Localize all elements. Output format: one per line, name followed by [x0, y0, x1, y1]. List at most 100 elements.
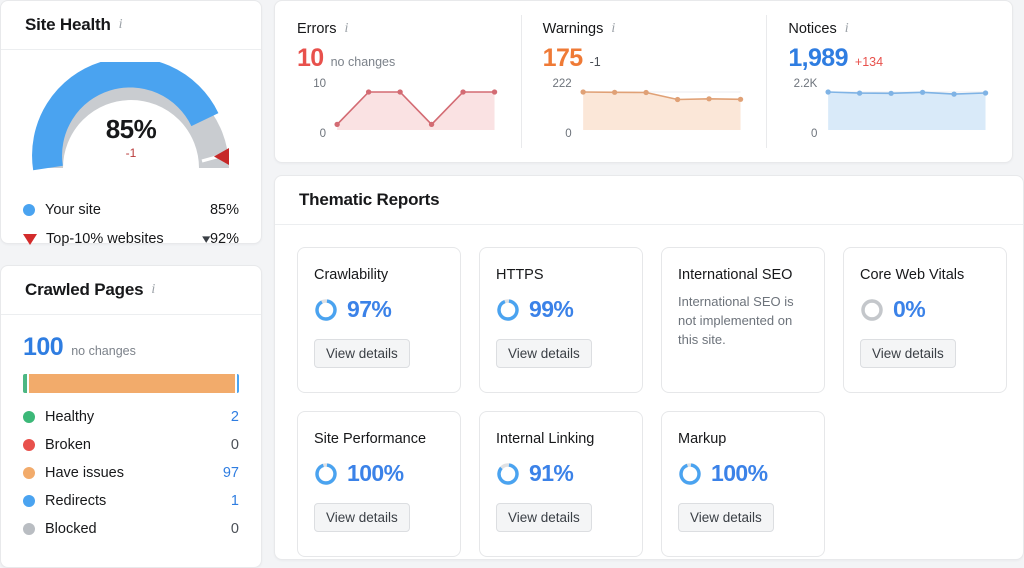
- crawled-pages-row-value: 2: [213, 409, 239, 425]
- thematic-card-https[interactable]: HTTPS99%View details: [479, 247, 643, 393]
- crawled-pages-header: Crawled Pages i: [1, 266, 261, 315]
- thematic-card-score: 91%: [496, 460, 626, 487]
- score-ring-icon: [496, 298, 520, 322]
- score-ring-icon: [860, 298, 884, 322]
- metric-delta: +134: [855, 55, 883, 69]
- axis-bottom-label: 0: [565, 128, 571, 140]
- metric-value: 1,989: [788, 44, 848, 73]
- crawled-pages-row-value: 0: [213, 437, 239, 453]
- info-icon[interactable]: i: [845, 21, 849, 37]
- metric-value: 175: [543, 44, 583, 73]
- metric-title: Notices: [788, 21, 836, 37]
- thematic-card-site-performance[interactable]: Site Performance 100% View details: [297, 411, 461, 557]
- crawled-pages-row-value: 0: [213, 521, 239, 537]
- metric-title-row: Notices i: [788, 21, 990, 37]
- thematic-card-core-web-vitals[interactable]: Core Web Vitals0%View details: [843, 247, 1007, 393]
- crawled-pages-row-label: Have issues: [45, 465, 213, 481]
- metric-value-row: 175-1: [543, 44, 745, 73]
- crawled-pages-row[interactable]: Broken0: [23, 437, 239, 453]
- thematic-reports-title: Thematic Reports: [299, 190, 439, 210]
- legend-label-your-site: Your site: [45, 202, 210, 218]
- status-dot-icon: [23, 411, 35, 423]
- crawled-pages-row[interactable]: Healthy2: [23, 409, 239, 425]
- info-icon[interactable]: i: [611, 21, 615, 37]
- crawled-pages-stacked-bar: [23, 374, 239, 393]
- crawled-pages-row[interactable]: Blocked0: [23, 521, 239, 537]
- legend-dot-icon: [23, 204, 35, 216]
- legend-label-top10-websites: Top-10% websites: [46, 231, 195, 247]
- thematic-card-international-seo[interactable]: International SEOInternational SEO is no…: [661, 247, 825, 393]
- crawled-pages-row[interactable]: Have issues97: [23, 465, 239, 481]
- site-health-legend: Your site 85% Top-10% websites ▾ 92%: [1, 192, 261, 247]
- metric-title: Errors: [297, 21, 336, 37]
- sparkline-notices[interactable]: [824, 82, 990, 134]
- thematic-card-score: 100%: [678, 460, 808, 487]
- thematic-card-percent: 100%: [711, 460, 767, 487]
- thematic-card-internal-linking[interactable]: Internal Linking 91% View details: [479, 411, 643, 557]
- axis-top-label: 222: [552, 78, 571, 90]
- view-details-button[interactable]: View details: [314, 339, 410, 368]
- status-dot-icon: [23, 495, 35, 507]
- thematic-reports-card: Thematic Reports Crawlability97%View det…: [274, 175, 1024, 560]
- thematic-reports-header: Thematic Reports: [275, 176, 1023, 225]
- crawled-pages-row-label: Healthy: [45, 409, 213, 425]
- thematic-card-title: International SEO: [678, 266, 808, 284]
- score-ring-icon: [314, 462, 338, 486]
- thematic-card-title: HTTPS: [496, 266, 626, 284]
- metric-axis: 100: [297, 82, 333, 134]
- view-details-button[interactable]: View details: [496, 339, 592, 368]
- metric-value-row: 10no changes: [297, 44, 499, 73]
- view-details-button[interactable]: View details: [678, 503, 774, 532]
- site-health-gauge: 85% -1: [1, 62, 261, 192]
- metric-axis: 2.2K0: [788, 82, 824, 134]
- gauge-svg: [26, 62, 236, 180]
- site-health-header: Site Health i: [1, 1, 261, 50]
- thematic-card-crawlability[interactable]: Crawlability97%View details: [297, 247, 461, 393]
- metric-delta: no changes: [331, 55, 396, 69]
- thematic-card-title: Internal Linking: [496, 430, 626, 448]
- info-icon[interactable]: i: [344, 21, 348, 37]
- crawled-pages-legend: Healthy2Broken0Have issues97Redirects1Bl…: [23, 409, 239, 537]
- sparkline-errors[interactable]: [333, 82, 499, 134]
- thematic-card-score: 100%: [314, 460, 444, 487]
- score-ring-icon: [314, 298, 338, 322]
- view-details-button[interactable]: View details: [314, 503, 410, 532]
- status-dot-icon: [23, 467, 35, 479]
- chevron-down-icon[interactable]: ▾: [203, 231, 211, 247]
- crawled-pages-row-value: 1: [213, 493, 239, 509]
- triangle-down-icon: [23, 234, 37, 245]
- metric-errors: Errorsi10no changes100: [275, 1, 521, 162]
- site-audit-overview: Site Health i 85% -1 Your site: [0, 0, 1024, 568]
- thematic-card-percent: 91%: [529, 460, 573, 487]
- crawled-pages-body: 100 no changes Healthy2Broken0Have issue…: [1, 315, 261, 537]
- metric-chart: 2220: [543, 82, 745, 134]
- info-icon[interactable]: i: [119, 17, 123, 33]
- crawled-pages-row[interactable]: Redirects1: [23, 493, 239, 509]
- info-icon[interactable]: i: [151, 282, 155, 298]
- crawled-pages-total: 100: [23, 333, 63, 362]
- axis-bottom-label: 0: [320, 128, 326, 140]
- legend-row-your-site: Your site 85%: [23, 202, 239, 218]
- bar-segment-have-issues: [29, 374, 235, 393]
- metric-axis: 2220: [543, 82, 579, 134]
- metric-chart: 2.2K0: [788, 82, 990, 134]
- metrics-row: Errorsi10no changes100Warningsi175-12220…: [275, 1, 1012, 162]
- crawled-pages-row-label: Redirects: [45, 493, 213, 509]
- thematic-card-title: Site Performance: [314, 430, 444, 448]
- view-details-button[interactable]: View details: [860, 339, 956, 368]
- crawled-pages-card: Crawled Pages i 100 no changes Healthy2B…: [0, 265, 262, 568]
- legend-row-top10-websites[interactable]: Top-10% websites ▾ 92%: [23, 231, 239, 247]
- crawled-pages-total-row: 100 no changes: [23, 333, 239, 362]
- status-dot-icon: [23, 523, 35, 535]
- score-ring-icon: [496, 462, 520, 486]
- view-details-button[interactable]: View details: [496, 503, 592, 532]
- thematic-card-markup[interactable]: Markup100%View details: [661, 411, 825, 557]
- metric-notices: Notices i 1,989 +134 2.2K0: [766, 1, 1012, 162]
- crawled-pages-row-label: Blocked: [45, 521, 213, 537]
- crawled-pages-change: no changes: [71, 344, 136, 358]
- metrics-card: Errorsi10no changes100Warningsi175-12220…: [274, 0, 1013, 163]
- crawled-pages-row-value: 97: [213, 465, 239, 481]
- crawled-pages-row-label: Broken: [45, 437, 213, 453]
- axis-top-label: 10: [313, 78, 326, 90]
- sparkline-warnings[interactable]: [579, 82, 745, 134]
